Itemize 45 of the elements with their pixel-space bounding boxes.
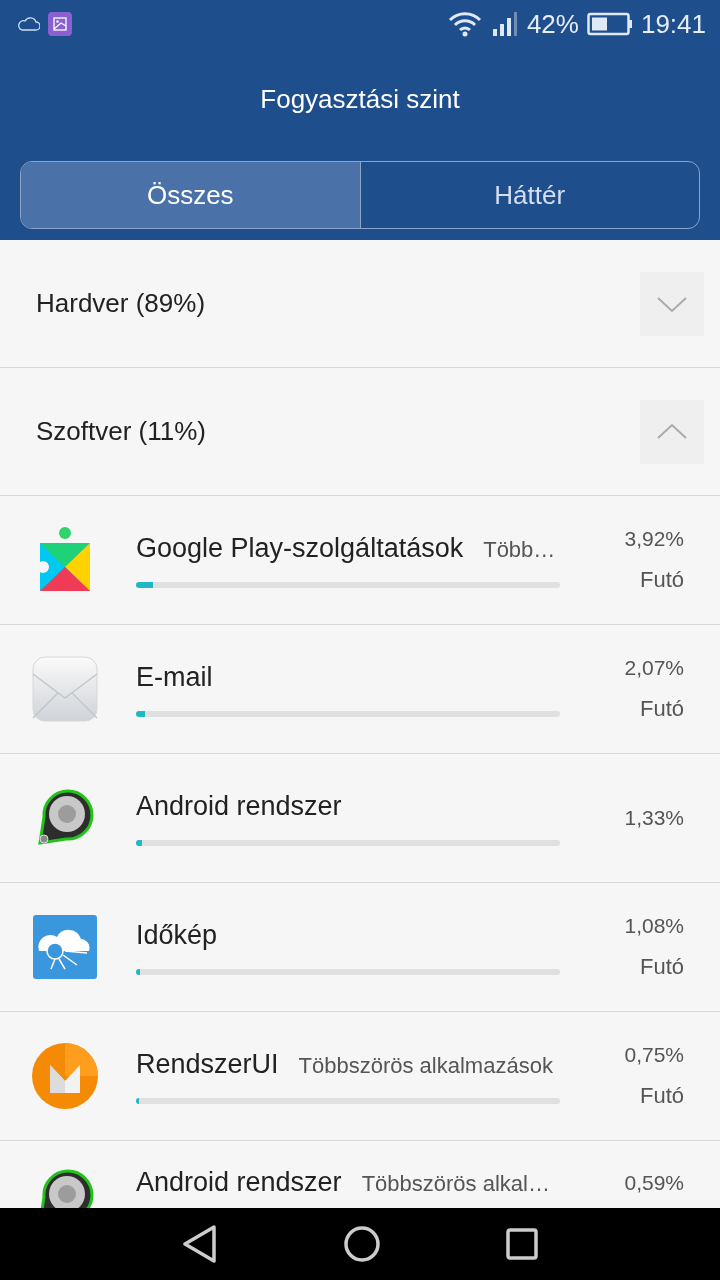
signal-icon [490,11,519,37]
app-status: Futó [639,696,684,722]
section-header[interactable]: Hardver (89%) [0,240,720,368]
usage-percent: 3,92% [624,527,684,551]
gallery-icon [48,12,72,36]
tab[interactable]: Összes [21,162,360,228]
app-name: Android rendszer [136,1167,342,1198]
app-subtitle: Több… [483,536,556,563]
app-status: Futó [639,567,684,593]
envelope-icon [32,656,98,722]
battery-icon [586,12,633,36]
app-status: Futó [639,1083,684,1109]
back-icon[interactable] [182,1225,218,1263]
usage-percent: 0,75% [624,1043,684,1067]
app-name: Google Play-szolgáltatások [136,532,464,564]
weather-icon [33,915,97,979]
window-title: Fogyasztási szint [260,84,460,115]
app-row[interactable]: Google Play-szolgáltatások Több… 3,92% Futó [0,496,720,625]
wifi-icon [446,11,483,37]
clock: 19:41 [640,8,706,40]
app-row[interactable]: Időkép 1,08% Futó [0,883,720,1012]
m-logo-icon [32,1043,98,1109]
usage-percent: 1,08% [624,914,684,938]
app-subtitle: Többszörös alkal… [361,1171,550,1197]
app-name: Android rendszer [136,790,342,822]
app-name: RendszerUI [136,1048,279,1080]
section-label: Szoftver (11%) [36,416,206,447]
recents-icon[interactable] [506,1228,538,1260]
app-subtitle: Többszörös alkalmazások [298,1052,553,1079]
puzzle-icon [38,527,92,593]
usage-percent: 0,59% [624,1171,684,1195]
app-row[interactable]: E-mail 2,07% Futó [0,625,720,754]
app-status: Futó [639,954,684,980]
app-name: Időkép [136,919,218,951]
app-name: E-mail [136,661,213,693]
section-header[interactable]: Szoftver (11%) [0,368,720,496]
home-icon[interactable] [344,1226,380,1262]
section-label: Hardver (89%) [36,288,206,319]
app-row[interactable]: Android rendszer 1,33% [0,754,720,883]
tab[interactable]: Háttér [359,162,699,228]
usage-percent: 2,07% [624,656,684,680]
usage-percent: 1,33% [624,806,684,830]
app-row[interactable]: RendszerUI Többszörös alkalmazások 0,75% Futó [0,1012,720,1141]
battery-percent: 42% [526,8,579,40]
cloud-icon [18,17,40,31]
